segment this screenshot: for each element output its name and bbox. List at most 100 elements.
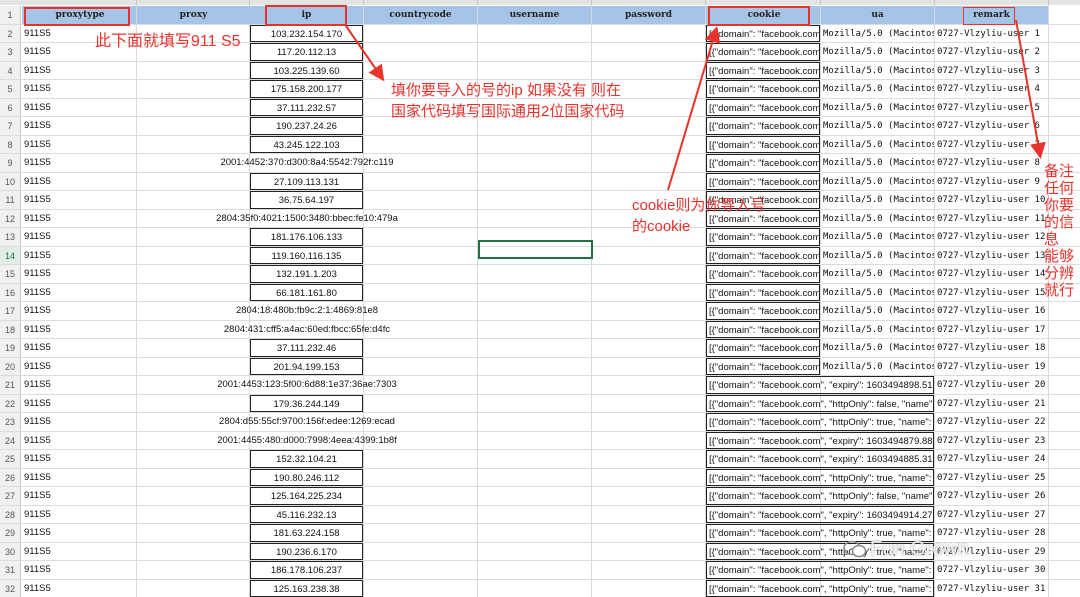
proxytype-cell[interactable]: 911S5 (22, 432, 136, 450)
proxytype-cell[interactable]: 911S5 (22, 339, 136, 357)
remark-cell[interactable]: 0727-Vlzyliu-user 3 (935, 62, 1045, 80)
ua-cell[interactable]: Mozilla/5.0 (Macintos (821, 321, 934, 339)
ua-cell[interactable]: Mozilla/5.0 (Macintos (821, 25, 934, 43)
ip-cell[interactable]: 2804:18:480b:fb9c:2:1:4869:81e8 (137, 302, 477, 320)
proxytype-cell[interactable]: 911S5 (22, 136, 136, 154)
ip-cell[interactable]: 125.163.238.38 (250, 579, 363, 597)
proxytype-cell[interactable]: 911S5 (22, 228, 136, 246)
cookie-cell[interactable]: [{"domain": "facebook.com" (706, 302, 820, 320)
cookie-cell[interactable]: [{"domain": "facebook.com", "httpOnly": … (706, 487, 934, 505)
row-number[interactable]: 27 (0, 487, 21, 505)
proxytype-cell[interactable]: 911S5 (22, 173, 136, 191)
proxytype-cell[interactable]: 911S5 (22, 302, 136, 320)
remark-cell[interactable]: 0727-Vlzyliu-user 26 (935, 487, 1045, 505)
row-number[interactable]: 22 (0, 394, 21, 412)
cookie-cell[interactable]: [{"domain": "facebook.com" (706, 357, 820, 375)
row-number[interactable]: 31 (0, 561, 21, 579)
ip-cell[interactable]: 117.20.112.13 (250, 43, 363, 61)
proxytype-cell[interactable]: 911S5 (22, 580, 136, 597)
row-number[interactable]: 7 (0, 117, 21, 135)
cookie-cell[interactable]: [{"domain": "facebook.com" (706, 154, 820, 172)
remark-cell[interactable]: 0727-Vlzyliu-user 20 (935, 376, 1045, 394)
header-ua[interactable]: ua (821, 6, 934, 24)
cookie-cell[interactable]: [{"domain": "facebook.com" (706, 246, 820, 264)
proxytype-cell[interactable]: 911S5 (22, 561, 136, 579)
remark-cell[interactable]: 0727-Vlzyliu-user 10 (935, 191, 1045, 209)
proxytype-cell[interactable]: 911S5 (22, 321, 136, 339)
ua-cell[interactable]: Mozilla/5.0 (Macintos (821, 228, 934, 246)
ip-cell[interactable]: 2001:4453:123:5f00:6d88:1e37:36ae:7303 (137, 376, 477, 394)
ua-cell[interactable]: Mozilla/5.0 (Macintos (821, 302, 934, 320)
remark-cell[interactable]: 0727-Vlzyliu-user 6 (935, 117, 1045, 135)
remark-cell[interactable]: 0727-Vlzyliu-user 1 (935, 25, 1045, 43)
row-number[interactable]: 3 (0, 43, 21, 61)
row-number[interactable]: 17 (0, 302, 21, 320)
header-password[interactable]: password (592, 6, 705, 24)
cookie-cell[interactable]: [{"domain": "facebook.com", "httpOnly": … (706, 413, 934, 431)
proxytype-cell[interactable]: 911S5 (22, 450, 136, 468)
cookie-cell[interactable]: [{"domain": "facebook.com" (706, 117, 820, 135)
remark-cell[interactable]: 0727-Vlzyliu-user 25 (935, 469, 1045, 487)
ip-cell[interactable]: 181.63.224.158 (250, 524, 363, 542)
proxytype-cell[interactable]: 911S5 (22, 99, 136, 117)
row-number[interactable]: 23 (0, 413, 21, 431)
ip-cell[interactable]: 103.232.154.170 (250, 24, 363, 42)
ip-cell[interactable]: 190.80.246.112 (250, 468, 363, 486)
row-number[interactable]: 30 (0, 542, 21, 560)
ip-cell[interactable]: 66.181.161.80 (250, 283, 363, 301)
remark-cell[interactable]: 0727-Vlzyliu-user 15 (935, 284, 1045, 302)
ip-cell[interactable]: 2001:4455:480:d000:7998:4eea:4399:1b8f (137, 432, 477, 450)
proxytype-cell[interactable]: 911S5 (22, 524, 136, 542)
proxytype-cell[interactable]: 911S5 (22, 80, 136, 98)
ip-cell[interactable]: 45.116.232.13 (250, 505, 363, 523)
row-number[interactable]: 12 (0, 209, 21, 227)
ip-cell[interactable]: 2804:d55:55cf:9700:156f:edee:1269:ecad (137, 413, 477, 431)
cookie-cell[interactable]: [{"domain": "facebook.com" (706, 43, 820, 61)
proxytype-cell[interactable]: 911S5 (22, 191, 136, 209)
cookie-cell[interactable]: [{"domain": "facebook.com", "httpOnly": … (706, 394, 934, 412)
ua-cell[interactable]: Mozilla/5.0 (Macintos (821, 80, 934, 98)
ip-cell[interactable]: 152.32.104.21 (250, 450, 363, 468)
ip-cell[interactable]: 37.111.232.46 (250, 339, 363, 357)
remark-cell[interactable]: 0727-Vlzyliu-user 31 (935, 580, 1045, 597)
row-number[interactable]: 9 (0, 154, 21, 172)
ua-cell[interactable]: Mozilla/5.0 (Macintos (821, 136, 934, 154)
proxytype-cell[interactable]: 911S5 (22, 376, 136, 394)
proxytype-cell[interactable]: 911S5 (22, 469, 136, 487)
ip-cell[interactable]: 201.94.199.153 (250, 357, 363, 375)
ua-cell[interactable]: Mozilla/5.0 (Macintos (821, 265, 934, 283)
row-number[interactable]: 14 (0, 246, 21, 264)
remark-cell[interactable]: 0727-Vlzyliu-user 21 (935, 395, 1045, 413)
ua-cell[interactable]: Mozilla/5.0 (Macintos (821, 99, 934, 117)
ip-cell[interactable]: 181.176.106.133 (250, 228, 363, 246)
row-number[interactable]: 6 (0, 98, 21, 116)
ip-cell[interactable]: 2804:35f0:4021:1500:3480:bbec:fe10:479a (137, 210, 477, 228)
remark-cell[interactable]: 0727-Vlzyliu-user 19 (935, 358, 1045, 376)
remark-cell[interactable]: 0727-Vlzyliu-user 17 (935, 321, 1045, 339)
row-number[interactable]: 16 (0, 283, 21, 301)
ua-cell[interactable]: Mozilla/5.0 (Macintos (821, 339, 934, 357)
row-number[interactable]: 28 (0, 505, 21, 523)
ip-cell[interactable]: 43.245.122.103 (250, 135, 363, 153)
ip-cell[interactable]: 2001:4452:370:d300:8a4:5542:792f:c119 (137, 154, 477, 172)
remark-cell[interactable]: 0727-Vlzyliu-user 4 (935, 80, 1045, 98)
cookie-cell[interactable]: [{"domain": "facebook.com", "httpOnly": … (706, 579, 934, 597)
remark-cell[interactable]: 0727-Vlzyliu-user 23 (935, 432, 1045, 450)
ua-cell[interactable]: Mozilla/5.0 (Macintos (821, 43, 934, 61)
cookie-cell[interactable]: [{"domain": "facebook.com" (706, 24, 820, 42)
ua-cell[interactable]: Mozilla/5.0 (Macintos (821, 173, 934, 191)
ua-cell[interactable]: Mozilla/5.0 (Macintos (821, 247, 934, 265)
ua-cell[interactable]: Mozilla/5.0 (Macintos (821, 62, 934, 80)
remark-cell[interactable]: 0727-Vlzyliu-user 16 (935, 302, 1045, 320)
row-number[interactable]: 19 (0, 339, 21, 357)
row-number[interactable]: 29 (0, 524, 21, 542)
cookie-cell[interactable]: [{"domain": "facebook.com" (706, 98, 820, 116)
remark-cell[interactable]: 0727-Vlzyliu-user 13 (935, 247, 1045, 265)
proxytype-cell[interactable]: 911S5 (22, 62, 136, 80)
ua-cell[interactable]: Mozilla/5.0 (Macintos (821, 191, 934, 209)
remark-cell[interactable]: 0727-Vlzyliu-user 30 (935, 561, 1045, 579)
remark-cell[interactable]: 0727-Vlzyliu-user 12 (935, 228, 1045, 246)
row-number[interactable]: 15 (0, 265, 21, 283)
proxytype-cell[interactable]: 911S5 (22, 265, 136, 283)
row-number[interactable]: 2 (0, 24, 21, 42)
